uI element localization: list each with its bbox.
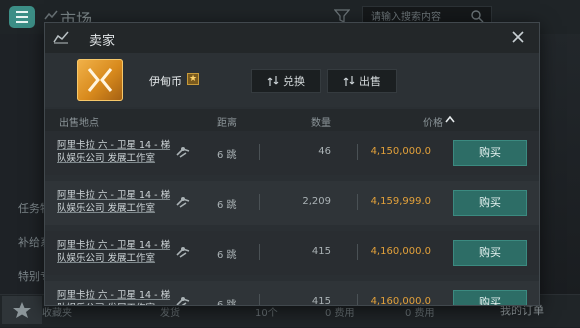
sellers-dialog: 卖家 伊甸币 ★ 兑换 出售 出售地点 距离 数量 价格 阿里卡拉 六 - 卫星… xyxy=(44,22,540,306)
row-price: 4,160,000.0 xyxy=(370,246,431,257)
column-price[interactable]: 价格 xyxy=(423,114,443,129)
divider xyxy=(259,194,260,210)
dialog-title: 卖家 xyxy=(89,34,116,49)
table-row: 阿里卡拉 六 - 卫星 14 - 梯队娱乐公司 发展工作室 6 跳 415 4,… xyxy=(45,231,539,275)
market-sidebar xyxy=(0,34,44,294)
bottom-label-4: 0 费用 xyxy=(405,308,435,319)
close-icon[interactable] xyxy=(511,30,525,44)
row-jumps: 6 跳 xyxy=(217,200,237,211)
row-jumps: 6 跳 xyxy=(217,250,237,261)
item-summary: 伊甸币 ★ 兑换 出售 xyxy=(45,53,539,107)
column-quantity[interactable]: 数量 xyxy=(311,114,331,129)
table-row: 阿里卡拉 六 - 卫星 14 - 梯队娱乐公司 发展工作室 6 跳 46 4,1… xyxy=(45,131,539,175)
divider xyxy=(357,294,358,305)
market-chart-icon xyxy=(44,10,58,20)
dialog-header: 卖家 xyxy=(45,23,539,53)
row-price: 4,159,999.0 xyxy=(370,196,431,207)
star-icon xyxy=(13,302,31,318)
buy-button[interactable]: 购买 xyxy=(453,140,527,166)
row-location[interactable]: 阿里卡拉 六 - 卫星 14 - 梯队娱乐公司 发展工作室 xyxy=(57,139,175,165)
route-icon[interactable] xyxy=(175,195,191,209)
row-quantity: 415 xyxy=(311,296,331,306)
divider xyxy=(259,144,260,160)
exchange-label: 兑换 xyxy=(283,75,305,88)
table-row: 阿里卡拉 六 - 卫星 14 - 梯队娱乐公司 发展工作室 6 跳 415 4,… xyxy=(45,281,539,306)
row-location[interactable]: 阿里卡拉 六 - 卫星 14 - 梯队娱乐公司 发展工作室 xyxy=(57,289,175,305)
row-quantity: 2,209 xyxy=(302,196,331,207)
eden-coin-icon xyxy=(77,59,123,101)
row-quantity: 46 xyxy=(318,146,331,157)
sell-icon xyxy=(343,76,355,86)
sell-label: 出售 xyxy=(359,75,381,88)
table-header: 出售地点 距离 数量 价格 xyxy=(45,109,539,131)
buy-button[interactable]: 购买 xyxy=(453,290,527,305)
table-row: 阿里卡拉 六 - 卫星 14 - 梯队娱乐公司 发展工作室 6 跳 2,209 … xyxy=(45,181,539,225)
divider xyxy=(357,144,358,160)
row-location[interactable]: 阿里卡拉 六 - 卫星 14 - 梯队娱乐公司 发展工作室 xyxy=(57,239,175,265)
favorite-star-icon[interactable]: ★ xyxy=(187,73,199,85)
chart-icon xyxy=(53,31,69,44)
search-icon[interactable] xyxy=(470,9,484,23)
item-name: 伊甸币 xyxy=(149,75,182,88)
menu-button[interactable] xyxy=(9,6,35,28)
row-quantity: 415 xyxy=(311,246,331,257)
route-icon[interactable] xyxy=(175,145,191,159)
bottom-label-2: 10个 xyxy=(255,308,278,319)
row-jumps: 6 跳 xyxy=(217,150,237,161)
favorites-label[interactable]: 收藏夹 xyxy=(42,304,72,319)
divider xyxy=(357,194,358,210)
route-icon[interactable] xyxy=(175,295,191,306)
row-location[interactable]: 阿里卡拉 六 - 卫星 14 - 梯队娱乐公司 发展工作室 xyxy=(57,189,175,215)
buy-button[interactable]: 购买 xyxy=(453,240,527,266)
divider xyxy=(259,294,260,305)
favorites-star-button[interactable] xyxy=(2,296,42,324)
divider xyxy=(259,244,260,260)
row-jumps: 6 跳 xyxy=(217,300,237,306)
exchange-icon xyxy=(267,76,279,86)
bottom-label-1: 发货 xyxy=(160,308,180,319)
bottom-label-3: 0 费用 xyxy=(325,308,355,319)
row-price: 4,150,000.0 xyxy=(370,146,431,157)
column-location[interactable]: 出售地点 xyxy=(59,114,99,129)
column-distance[interactable]: 距离 xyxy=(217,114,237,129)
exchange-button[interactable]: 兑换 xyxy=(251,69,321,93)
route-icon[interactable] xyxy=(175,245,191,259)
row-price: 4,160,000.0 xyxy=(370,296,431,306)
divider xyxy=(357,244,358,260)
sort-ascending-icon[interactable] xyxy=(445,115,455,123)
buy-button[interactable]: 购买 xyxy=(453,190,527,216)
sell-button[interactable]: 出售 xyxy=(327,69,397,93)
